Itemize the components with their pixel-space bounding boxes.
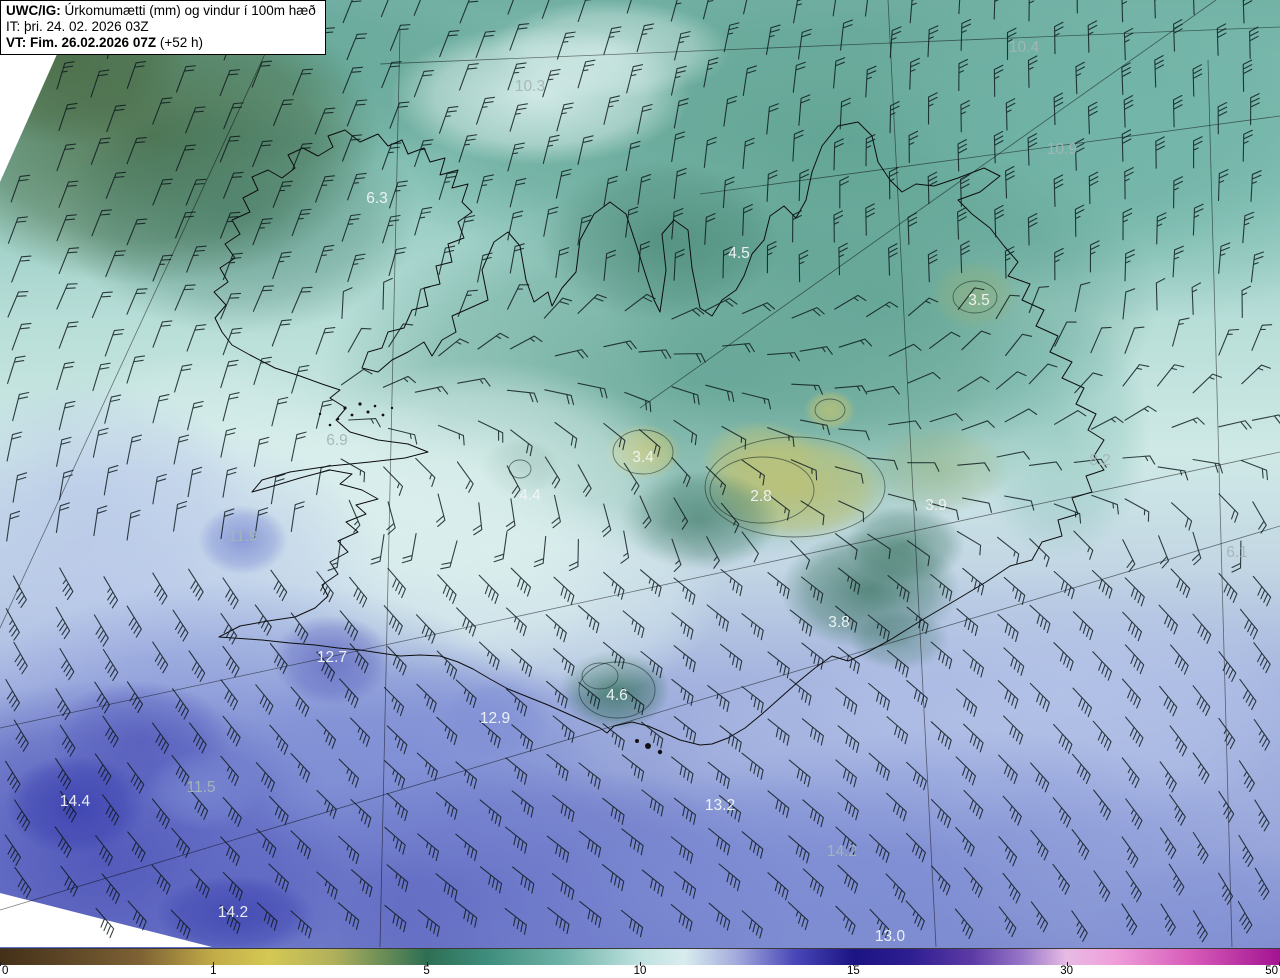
precip-value-label: 11.5: [186, 779, 215, 796]
precip-value-label: 4.4: [519, 487, 541, 504]
colorbar-tick-mark: [0, 962, 1, 966]
colorbar-tick-label: 1: [210, 965, 217, 977]
colorbar-tick-labels: 0 1 5 10 15 30 50: [0, 962, 1280, 978]
precip-value-label: 6.1: [1226, 544, 1248, 561]
precip-value-label: 6.9: [326, 432, 348, 449]
precip-value-label: 3.4: [632, 449, 654, 466]
precip-value-label: 2.8: [750, 488, 772, 505]
valid-offset: (+52 h): [156, 34, 203, 50]
precip-value-label: 4.6: [606, 687, 628, 704]
precip-value-label: 10.3: [515, 78, 545, 95]
valid-time: VT: Fim. 26.02.2026 07Z: [6, 34, 157, 50]
colorbar-tick-label: 5: [423, 965, 430, 977]
title-line: UWC/IG: Úrkomumætti (mm) og vindur í 100…: [6, 3, 316, 19]
product-label: UWC/IG:: [6, 3, 61, 18]
precip-value-label: 8.2: [1089, 452, 1111, 469]
precip-value-label: 3.8: [828, 614, 850, 631]
precip-value-label: 11.9: [228, 528, 257, 545]
precip-value-label: 12.9: [480, 710, 510, 727]
precip-value-label: 10.9: [1047, 141, 1077, 158]
init-time-line: IT: þri. 24. 02. 2026 03Z: [6, 18, 149, 34]
precip-value-label: 10.4: [1009, 39, 1040, 56]
colorbar-tick-label: 10: [633, 965, 647, 977]
precip-value-label: 14.2: [218, 904, 248, 921]
precip-value-label: 13.2: [705, 797, 735, 814]
colorbar-tick-label: 0: [2, 965, 9, 977]
colorbar-tick-label: 15: [846, 965, 860, 977]
map-title-box: UWC/IG: Úrkomumætti (mm) og vindur í 100…: [0, 0, 326, 55]
precip-value-label: 13.0: [875, 928, 906, 945]
precip-value-label: 6.3: [366, 190, 388, 207]
precip-value-label: 3.9: [925, 497, 947, 514]
precipitation-wind-map: 10.3 10.4 10.9 6.3 4.5 3.5 6.9 3.4 4.4 2.8 3.9 8.2 6…: [0, 0, 1280, 948]
colorbar-tick-label: 50: [1265, 965, 1278, 977]
precip-value-label: 4.5: [728, 245, 750, 262]
precip-value-label: 14.4: [60, 793, 91, 810]
precip-value-label: 12.7: [317, 649, 347, 666]
precip-value-label: 3.5: [968, 292, 990, 309]
weather-map-app: 10.3 10.4 10.9 6.3 4.5 3.5 6.9 3.4 4.4 2.8 3.9 8.2 6…: [0, 0, 1280, 978]
colorbar-tick-label: 30: [1060, 965, 1074, 977]
map-title: Úrkomumætti (mm) og vindur í 100m hæð: [60, 3, 316, 18]
valid-time-line: VT: Fim. 26.02.2026 07Z (+52 h): [6, 35, 316, 51]
precip-value-label: 14.2: [827, 843, 857, 860]
